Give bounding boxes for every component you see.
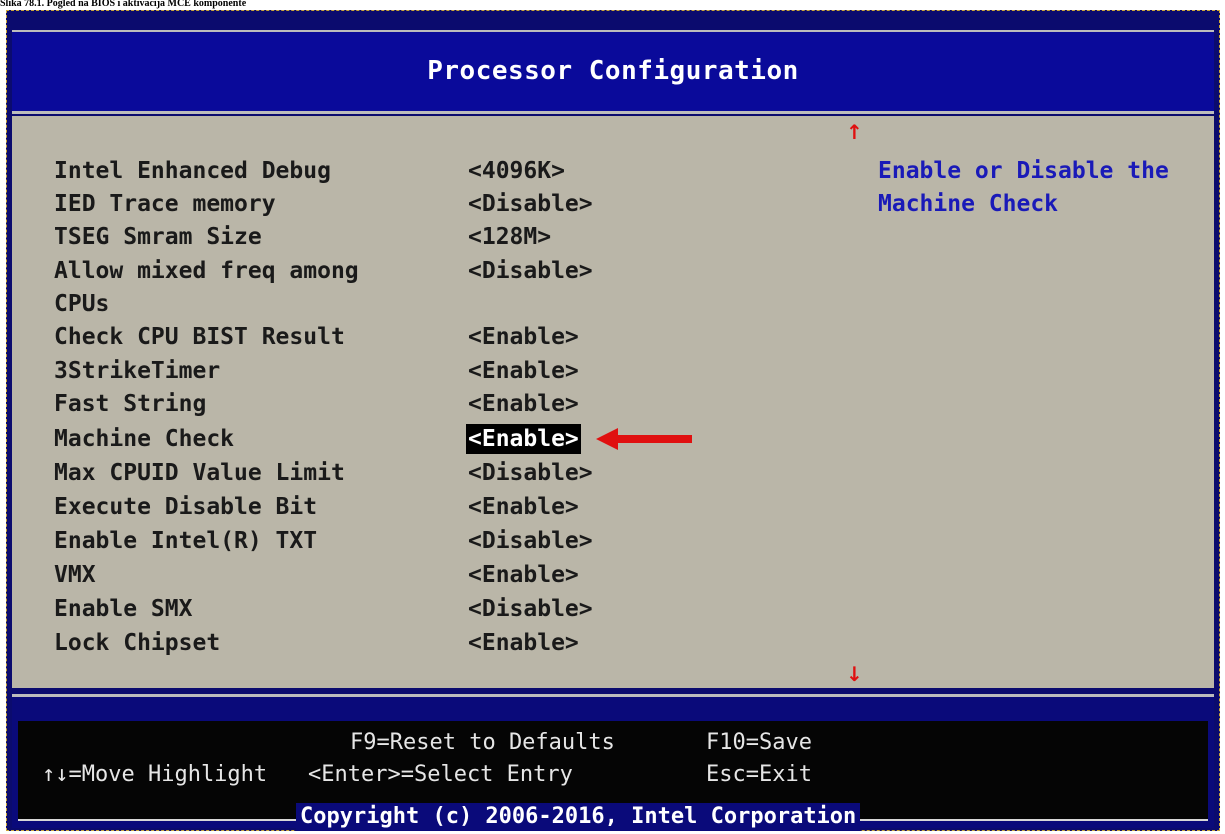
setting-label-ied-trace-memory[interactable]: IED Trace memory [54,189,276,219]
setting-value-3striketimer[interactable]: <Enable> [468,356,579,386]
setting-value-max-cpuid[interactable]: <Disable> [468,458,593,488]
setting-label-lock-chipset[interactable]: Lock Chipset [54,628,220,658]
setting-label-fast-string[interactable]: Fast String [54,389,206,419]
help-text-line-1: Enable or Disable the [878,158,1169,184]
setting-value-machine-check[interactable]: <Enable> [466,424,581,454]
move-highlight-hint: ↑↓=Move Highlight [42,762,268,787]
setting-value-allow-mixed-freq[interactable]: <Disable> [468,256,593,286]
setting-label-tseg-smram-size[interactable]: TSEG Smram Size [54,222,262,252]
setting-value-ied-trace-memory[interactable]: <Disable> [468,189,593,219]
setting-label-enable-smx[interactable]: Enable SMX [54,594,192,624]
setting-label-intel-enhanced-debug[interactable]: Intel Enhanced Debug [54,156,331,186]
setting-value-fast-string[interactable]: <Enable> [468,389,579,419]
scroll-down-icon[interactable]: ↓ [846,664,863,684]
reset-defaults-hint: F9=Reset to Defaults [350,730,615,755]
setting-label-allow-mixed-freq-cont: CPUs [54,291,110,317]
select-entry-hint: <Enter>=Select Entry [308,762,573,787]
settings-panel: ↑ Intel Enhanced Debug IED Trace memory … [12,116,1214,688]
setting-label-enable-intel-txt[interactable]: Enable Intel(R) TXT [54,526,317,556]
copyright-text: Copyright (c) 2006-2016, Intel Corporati… [296,803,861,831]
setting-value-enable-intel-txt[interactable]: <Disable> [468,526,593,556]
save-hint: F10=Save [706,730,812,755]
setting-label-machine-check[interactable]: Machine Check [54,424,234,454]
exit-hint: Esc=Exit [706,762,812,787]
setting-value-vmx[interactable]: <Enable> [468,560,579,590]
footer: F9=Reset to Defaults F10=Save ↑↓=Move Hi… [12,694,1214,831]
setting-label-allow-mixed-freq[interactable]: Allow mixed freq among [54,256,359,286]
page-title: Processor Configuration [427,56,799,86]
setting-value-lock-chipset[interactable]: <Enable> [468,628,579,658]
setting-label-max-cpuid[interactable]: Max CPUID Value Limit [54,458,345,488]
arrow-left-icon [596,428,692,450]
title-bar: Processor Configuration [12,30,1214,114]
setting-label-check-cpu-bist[interactable]: Check CPU BIST Result [54,322,345,352]
setting-label-vmx[interactable]: VMX [54,560,96,590]
setting-value-intel-enhanced-debug[interactable]: <4096K> [468,156,565,186]
setting-label-execute-disable-bit[interactable]: Execute Disable Bit [54,492,317,522]
setting-label-3striketimer[interactable]: 3StrikeTimer [54,356,220,386]
setting-value-enable-smx[interactable]: <Disable> [468,594,593,624]
setting-value-tseg-smram-size[interactable]: <128M> [468,222,551,252]
help-text-line-2: Machine Check [878,191,1059,217]
figure-caption: Slika 78.1. Pogled na BIOS i aktivacija … [0,0,247,9]
setting-value-execute-disable-bit[interactable]: <Enable> [468,492,579,522]
setting-value-check-cpu-bist[interactable]: <Enable> [468,322,579,352]
scroll-up-icon[interactable]: ↑ [846,122,863,142]
